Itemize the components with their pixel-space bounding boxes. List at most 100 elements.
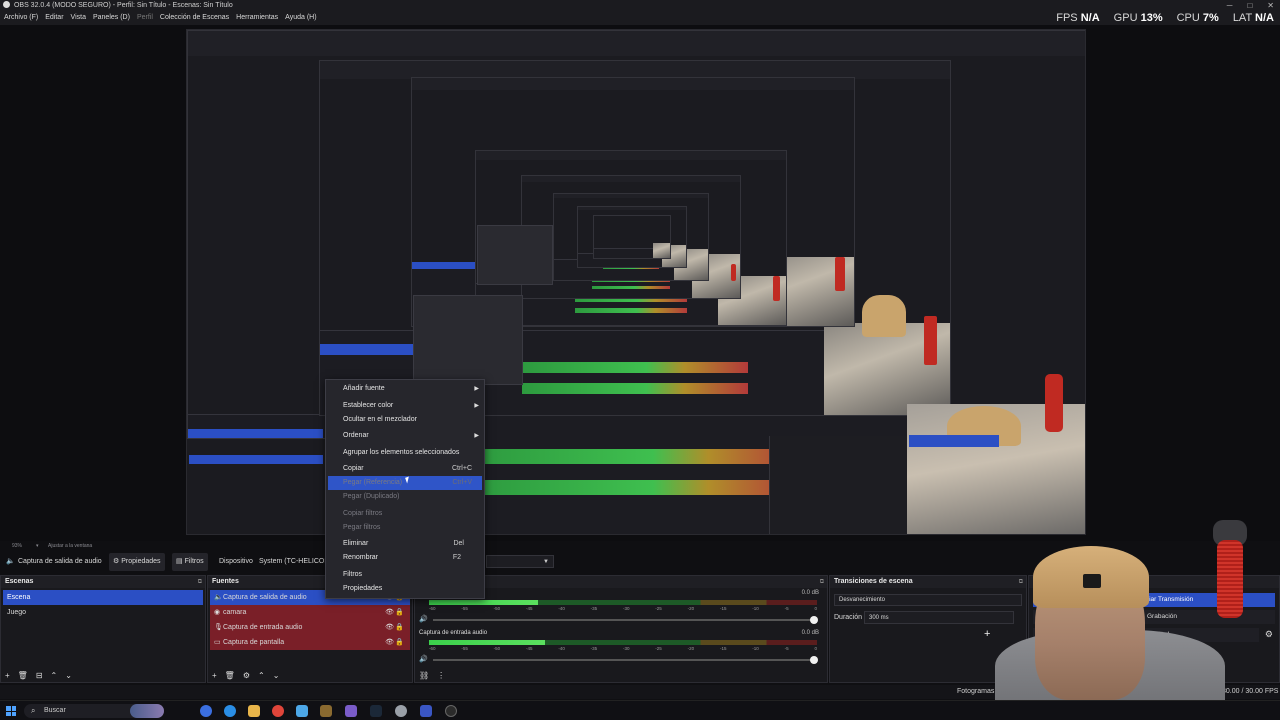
ctx-filters-label: Filtros (343, 571, 363, 578)
app-icon[interactable] (420, 705, 432, 717)
ctx-paste-duplicate[interactable]: Pegar (Duplicado) (326, 490, 484, 504)
app-icon[interactable] (345, 705, 357, 717)
menu-perfil[interactable]: Perfil (137, 11, 153, 25)
add-transition-icon[interactable]: + (984, 628, 990, 640)
menu-archivo[interactable]: Archivo (F) (4, 11, 38, 25)
device-value[interactable]: System (TC-HELICON (255, 553, 333, 571)
ctx-rename[interactable]: Renombrar F2 (326, 551, 484, 565)
lock-icon[interactable]: 🔒 (395, 605, 404, 620)
duration-input[interactable]: 300 ms (864, 611, 1014, 624)
maximize-icon[interactable]: □ (1247, 0, 1252, 11)
ctx-paste-filters[interactable]: Pegar filtros (326, 521, 484, 535)
visibility-icon[interactable]: 👁 (385, 620, 394, 635)
volume-icon[interactable]: 🔊 (419, 655, 428, 663)
lock-icon[interactable]: 🔒 (395, 635, 404, 650)
settings-icon[interactable] (395, 705, 407, 717)
edge-icon[interactable] (224, 705, 236, 717)
ctx-copy[interactable]: Copiar Ctrl+C (326, 462, 484, 476)
menu-coleccion[interactable]: Colección de Escenas (160, 11, 229, 25)
visibility-icon[interactable]: 👁 (385, 635, 394, 650)
minimize-icon[interactable]: ─ (1227, 0, 1233, 11)
volume-slider[interactable] (433, 616, 818, 624)
chrome-icon[interactable] (272, 705, 284, 717)
scenes-dock: Escenas ⧉ Escena Juego + 🗑 ⊟ ⌃ ⌄ (0, 575, 206, 683)
ctx-paste-duplicate-label: Pegar (Duplicado) (343, 493, 400, 500)
volume-icon[interactable]: 🔊 (419, 615, 428, 623)
fit-window-button[interactable]: Ajustar a la ventana (48, 541, 92, 551)
up-icon[interactable]: ⌃ (51, 671, 58, 680)
scene-item-escena[interactable]: Escena (3, 590, 203, 605)
meter-tick-label: -20 (687, 606, 695, 611)
meter-tick-label: -40 (558, 646, 565, 651)
menu-paneles[interactable]: Paneles (D) (93, 11, 130, 25)
windows-start-icon[interactable] (6, 706, 16, 716)
window-title: OBS 32.0.4 (MODO SEGURO) - Perfil: Sin T… (13, 2, 233, 9)
add-icon[interactable]: + (5, 671, 10, 680)
ctx-set-color[interactable]: Establecer color ▶ (326, 399, 484, 413)
ctx-copy-filters[interactable]: Copiar filtros (326, 507, 484, 521)
ctx-group[interactable]: Agrupar los elementos seleccionados (326, 446, 484, 460)
up-icon[interactable]: ⌃ (258, 671, 265, 680)
lat-label: LAT (1232, 12, 1252, 24)
visibility-icon[interactable]: 👁 (385, 605, 394, 620)
popout-icon[interactable]: ⧉ (198, 576, 202, 588)
nested-start-stream-highlight (909, 435, 999, 447)
transition-select[interactable]: Desvanecimiento (834, 594, 1022, 606)
filter-icon[interactable]: ⊟ (36, 671, 43, 680)
frames-label: Fotogramas (957, 688, 995, 695)
source-label: Captura de entrada audio (223, 624, 303, 631)
ctx-order[interactable]: Ordenar ▶ (326, 429, 484, 443)
source-item[interactable]: ◉ camara 👁 🔒 (210, 605, 410, 620)
add-icon[interactable]: + (212, 671, 217, 680)
preview-canvas[interactable] (186, 29, 1086, 535)
folder-icon[interactable] (248, 705, 260, 717)
ctx-delete[interactable]: Eliminar Del (326, 537, 484, 551)
ctx-hide-mixer[interactable]: Ocultar en el mezclador (326, 413, 484, 427)
meter-tick-label: -55 (461, 606, 468, 611)
menu-editar[interactable]: Editar (45, 11, 63, 25)
title-bar: OBS 32.0.4 (MODO SEGURO) - Perfil: Sin T… (0, 0, 1280, 11)
ctx-properties[interactable]: Propiedades (326, 582, 484, 596)
ctx-filters[interactable]: Filtros (326, 568, 484, 582)
transition-selected: Desvanecimiento (839, 597, 886, 603)
ctx-group-label: Agrupar los elementos seleccionados (343, 449, 460, 456)
volume-slider[interactable] (433, 656, 818, 664)
down-icon[interactable]: ⌄ (65, 671, 72, 680)
menu-ayuda[interactable]: Ayuda (H) (285, 11, 316, 25)
app-icon[interactable] (320, 705, 332, 717)
device-label: Dispositivo (219, 558, 253, 565)
slider-knob[interactable] (810, 616, 818, 624)
gear-icon[interactable]: ⚙ (243, 671, 250, 680)
zoom-dropdown-icon[interactable]: ▾ (36, 541, 39, 551)
copilot-icon[interactable] (200, 705, 212, 717)
lock-icon[interactable]: 🔒 (395, 620, 404, 635)
down-icon[interactable]: ⌄ (273, 671, 280, 680)
scene-item-juego[interactable]: Juego (3, 605, 203, 620)
sources-title: Fuentes (212, 578, 239, 585)
ctx-add-source[interactable]: Añadir fuente ▶ (326, 382, 484, 396)
menu-vista[interactable]: Vista (71, 11, 86, 25)
trash-icon[interactable]: 🗑 (225, 671, 235, 680)
device-dropdown[interactable]: ▼ (486, 555, 554, 568)
obs-icon[interactable] (445, 705, 457, 717)
close-icon[interactable]: ✕ (1267, 0, 1274, 11)
source-item[interactable]: 🎙Captura de entrada audio 👁 🔒 (210, 620, 410, 635)
channel-name: Captura de entrada audio (419, 630, 488, 636)
link-icon[interactable]: ⛓ (419, 671, 429, 680)
meter-tick-label: -25 (655, 606, 662, 611)
menu-dots-icon[interactable]: ⋮ (437, 671, 445, 680)
taskbar-widget-badge[interactable] (130, 704, 164, 718)
filters-button[interactable]: ▤ Filtros (172, 553, 208, 571)
preview-area[interactable] (0, 25, 1280, 541)
menu-herramientas[interactable]: Herramientas (236, 11, 278, 25)
zoom-readout[interactable]: 93% (12, 541, 22, 551)
popout-icon[interactable]: ⧉ (820, 576, 824, 588)
source-label: Captura de pantalla (223, 639, 285, 646)
store-icon[interactable] (296, 705, 308, 717)
meter-tick-label: 0 (814, 606, 817, 611)
steam-icon[interactable] (370, 705, 382, 717)
slider-knob[interactable] (810, 656, 818, 664)
properties-button[interactable]: ⚙ Propiedades (109, 553, 165, 571)
trash-icon[interactable]: 🗑 (18, 671, 28, 680)
source-item[interactable]: ▭ Captura de pantalla 👁 🔒 (210, 635, 410, 650)
